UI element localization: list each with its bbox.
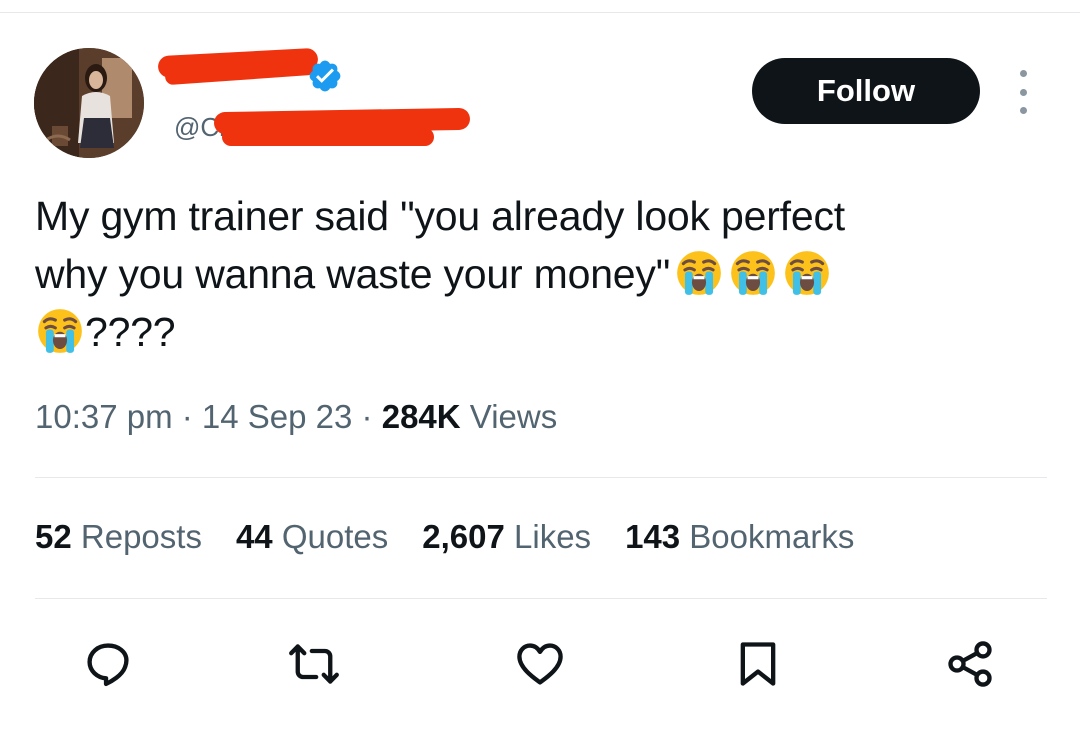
meta-separator: · [352, 398, 382, 435]
meta-separator: · [172, 398, 202, 435]
action-bar [0, 638, 1080, 698]
stat-reposts[interactable]: 52 Reposts [35, 518, 202, 556]
loudly-crying-face-icon [677, 251, 721, 295]
avatar-photo [34, 48, 144, 158]
top-divider [0, 12, 1080, 13]
stat-label: Quotes [272, 518, 389, 555]
divider [35, 477, 1047, 478]
tweet-meta: 10:37 pm · 14 Sep 23 · 284K Views [35, 398, 557, 436]
tweet-text: My gym trainer said "you already look pe… [35, 187, 1045, 361]
stat-count: 52 [35, 518, 72, 555]
verified-badge-icon [309, 60, 341, 92]
tweet-time[interactable]: 10:37 pm [35, 398, 173, 435]
like-icon [517, 643, 563, 685]
tweet-line-3: ???? [35, 303, 1045, 361]
tweet-line-3-text: ???? [85, 309, 176, 355]
share-icon [948, 641, 992, 687]
stat-label: Reposts [71, 518, 202, 555]
redaction-mark [222, 128, 434, 146]
repost-icon [289, 644, 339, 684]
follow-button[interactable]: Follow [752, 58, 980, 124]
avatar[interactable] [34, 48, 144, 158]
bookmark-button[interactable] [732, 638, 784, 690]
views-count: 284K [381, 398, 461, 435]
stat-quotes[interactable]: 44 Quotes [236, 518, 388, 556]
tweet-date[interactable]: 14 Sep 23 [202, 398, 352, 435]
reply-icon [87, 643, 129, 687]
tweet-line-2: why you wanna waste your money" [35, 245, 1045, 303]
reply-button[interactable] [82, 638, 134, 690]
tweet-line-1: My gym trainer said "you already look pe… [35, 193, 845, 239]
divider [35, 598, 1047, 599]
like-button[interactable] [514, 638, 566, 690]
repost-button[interactable] [288, 638, 340, 690]
loudly-crying-face-icon [731, 251, 775, 295]
bookmark-icon [740, 642, 776, 686]
stat-label: Likes [504, 518, 592, 555]
stat-label: Bookmarks [680, 518, 855, 555]
loudly-crying-face-icon [38, 309, 82, 353]
tweet-line-2-text: why you wanna waste your money" [35, 251, 671, 297]
share-button[interactable] [944, 638, 996, 690]
views-label: Views [460, 398, 558, 435]
stat-count: 143 [625, 518, 681, 555]
stat-bookmarks[interactable]: 143 Bookmarks [625, 518, 854, 556]
stat-count: 2,607 [422, 518, 505, 555]
loudly-crying-face-icon [785, 251, 829, 295]
stat-likes[interactable]: 2,607 Likes [422, 518, 591, 556]
stat-count: 44 [235, 518, 273, 555]
more-options-icon[interactable] [1010, 70, 1036, 114]
engagement-stats: 52 Reposts 44 Quotes 2,607 Likes 143 Boo… [35, 518, 854, 556]
